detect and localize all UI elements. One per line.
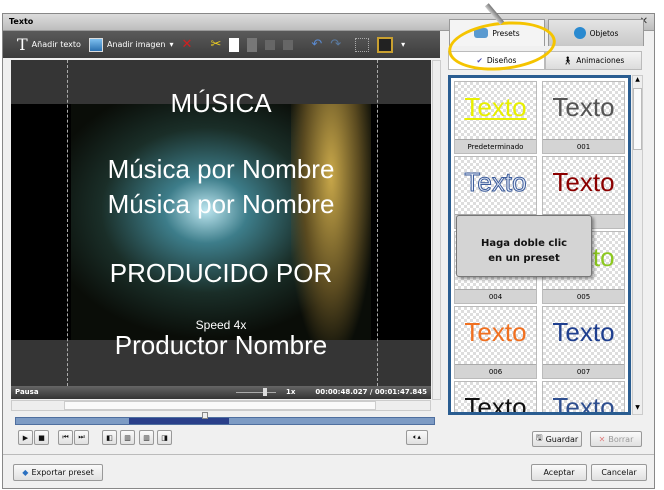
export-label: Exportar preset bbox=[31, 468, 94, 477]
callout-line-1: Haga doble clic bbox=[480, 238, 568, 249]
preset-tile[interactable]: Texto 006 bbox=[454, 306, 537, 379]
tab-objects[interactable]: Objetos bbox=[548, 19, 644, 46]
chevron-down-icon[interactable]: ▾ bbox=[401, 40, 405, 49]
speed-slider[interactable] bbox=[236, 392, 276, 393]
tooltip-callout: Haga doble clic en un preset bbox=[456, 215, 592, 277]
add-text-label: Añadir texto bbox=[31, 40, 81, 49]
preset-sample: Texto bbox=[552, 92, 615, 122]
preset-label: Predeterminado bbox=[455, 139, 536, 153]
video-text[interactable]: Productor Nombre bbox=[11, 330, 431, 361]
image-icon bbox=[88, 37, 103, 52]
window-title: Texto bbox=[9, 17, 34, 26]
divider bbox=[3, 454, 654, 455]
undo-icon[interactable]: ↶ bbox=[311, 37, 322, 52]
save-label: Guardar bbox=[545, 434, 579, 444]
text-t-icon: T bbox=[17, 35, 28, 54]
preset-sample: Texto bbox=[464, 92, 527, 122]
delete-x-icon: ✕ bbox=[598, 434, 606, 444]
preset-label: 005 bbox=[543, 289, 624, 303]
scroll-up-icon[interactable]: ▲ bbox=[633, 76, 642, 86]
preset-label: 007 bbox=[543, 364, 624, 378]
timeline-selection[interactable] bbox=[129, 418, 229, 424]
callout-line-2: en un preset bbox=[488, 253, 560, 264]
timeline[interactable] bbox=[15, 412, 435, 425]
preset-label: 001 bbox=[543, 139, 624, 153]
video-text[interactable]: Música por Nombre bbox=[11, 189, 431, 220]
cancel-button[interactable]: Cancelar bbox=[591, 464, 647, 481]
previous-button[interactable]: ⏮ bbox=[58, 430, 73, 445]
preset-tile[interactable]: Texto Predeterminado bbox=[454, 81, 537, 154]
playback-status-bar: Pausa 1x 00:00:48.027 / 00:01:47.845 bbox=[11, 386, 431, 399]
cut-icon[interactable]: ✂ bbox=[210, 37, 221, 52]
preset-sample: Texto bbox=[552, 392, 615, 415]
video-preview[interactable]: MÚSICA Música por Nombre Música por Nomb… bbox=[11, 60, 431, 386]
horizontal-scrollbar[interactable] bbox=[11, 400, 431, 411]
preset-sample: Texto bbox=[552, 167, 615, 197]
video-text[interactable]: PRODUCIDO POR bbox=[11, 258, 431, 289]
walking-person-icon: 🚶︎ bbox=[562, 56, 573, 65]
scrollbar-thumb[interactable] bbox=[633, 88, 642, 150]
bring-forward-icon[interactable] bbox=[265, 39, 276, 50]
paste-icon[interactable] bbox=[247, 37, 258, 52]
preset-sample: Texto bbox=[464, 317, 527, 347]
preset-tile[interactable]: Texto 001 bbox=[542, 81, 625, 154]
align-center-left-button[interactable]: ▥ bbox=[120, 430, 135, 445]
send-backward-icon[interactable] bbox=[283, 39, 294, 50]
presets-scrollbar[interactable]: ▲ ▼ bbox=[632, 75, 643, 415]
align-right-button[interactable]: ◨ bbox=[157, 430, 172, 445]
subtab-animations[interactable]: 🚶︎ Animaciones bbox=[545, 51, 642, 70]
scrollbar-thumb[interactable] bbox=[64, 401, 376, 410]
tab-objects-label: Objetos bbox=[589, 28, 619, 38]
background-color-icon[interactable] bbox=[377, 36, 394, 53]
preset-tile[interactable]: Texto 007 bbox=[542, 306, 625, 379]
accept-button[interactable]: Aceptar bbox=[531, 464, 587, 481]
align-left-button[interactable]: ◧ bbox=[102, 430, 117, 445]
delete-button[interactable]: ✕ Borrar bbox=[590, 431, 642, 447]
video-text[interactable]: Música por Nombre bbox=[11, 154, 431, 185]
next-button[interactable]: ⏭ bbox=[74, 430, 89, 445]
play-button[interactable]: ▶ bbox=[18, 430, 33, 445]
save-button[interactable]: 🖫︎ Guardar bbox=[532, 431, 582, 447]
preset-sample: Texto bbox=[464, 392, 527, 415]
preset-tile[interactable]: Texto bbox=[542, 381, 625, 415]
stop-button[interactable]: ■ bbox=[34, 430, 49, 445]
scroll-down-icon[interactable]: ▼ bbox=[633, 404, 642, 414]
delete-label: Borrar bbox=[608, 434, 634, 444]
preset-tile[interactable]: Texto bbox=[454, 381, 537, 415]
grid-icon[interactable] bbox=[355, 37, 370, 52]
speed-slider-thumb[interactable] bbox=[263, 388, 267, 396]
export-icon: ◆ bbox=[22, 468, 29, 477]
playback-state: Pausa bbox=[15, 388, 39, 396]
playhead[interactable] bbox=[202, 412, 208, 419]
speed-value: 1x bbox=[286, 388, 296, 396]
copy-icon[interactable] bbox=[229, 37, 240, 52]
accept-label: Aceptar bbox=[543, 468, 575, 477]
add-text-button[interactable]: T Añadir texto bbox=[17, 35, 81, 54]
preset-sample: Texto bbox=[464, 167, 527, 198]
preset-label: 004 bbox=[455, 289, 536, 303]
preset-sample: Texto bbox=[552, 317, 615, 347]
align-center-right-button[interactable]: ▥ bbox=[139, 430, 154, 445]
objects-icon bbox=[573, 27, 586, 39]
preview-vertical-scrollbar[interactable] bbox=[432, 60, 441, 400]
redo-icon[interactable]: ↷ bbox=[330, 37, 341, 52]
video-text[interactable]: MÚSICA bbox=[11, 88, 431, 119]
preset-label: 006 bbox=[455, 364, 536, 378]
export-preset-button[interactable]: ◆ Exportar preset bbox=[13, 464, 103, 481]
save-icon: 🖫︎ bbox=[535, 433, 543, 442]
time-readout: 00:00:48.027 / 00:01:47.845 bbox=[315, 388, 427, 396]
delete-icon[interactable]: ✕ bbox=[182, 37, 193, 52]
chevron-down-icon[interactable]: ▾ bbox=[170, 40, 174, 49]
add-image-button[interactable]: Anadir imagen ▾ bbox=[88, 37, 174, 52]
subtab-animations-label: Animaciones bbox=[576, 56, 625, 65]
toolbar: T Añadir texto Anadir imagen ▾ ✕ ✂ ↶ ↷ ▾ bbox=[3, 31, 440, 58]
add-image-label: Anadir imagen bbox=[106, 40, 166, 49]
volume-button[interactable]: 🔈︎▴ bbox=[406, 430, 428, 445]
cancel-label: Cancelar bbox=[601, 468, 637, 477]
video-frame-rock bbox=[291, 104, 371, 340]
